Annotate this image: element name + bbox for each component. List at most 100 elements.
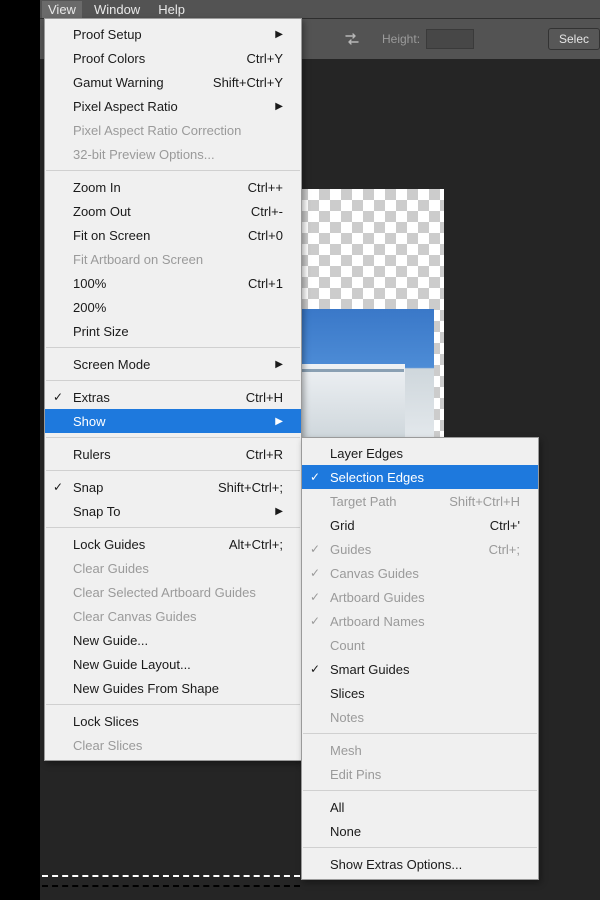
view-menu-item-clear-guides: Clear Guides <box>45 556 301 580</box>
menu-shortcut: Ctrl+1 <box>228 276 283 291</box>
menu-item-label: All <box>330 800 344 815</box>
show-menu-item-artboard-names: ✓Artboard Names <box>302 609 538 633</box>
menubar-view[interactable]: View <box>42 1 82 18</box>
show-menu-item-smart-guides[interactable]: ✓ Smart Guides <box>302 657 538 681</box>
view-menu-item-proof-setup[interactable]: Proof Setup ▶ <box>45 22 301 46</box>
view-menu-item-zoom-in[interactable]: Zoom InCtrl++ <box>45 175 301 199</box>
menu-item-label: Grid <box>330 518 355 533</box>
menu-shortcut: Ctrl+0 <box>228 228 283 243</box>
view-menu-item-show[interactable]: Show▶ <box>45 409 301 433</box>
view-menu-item-separator <box>46 704 300 705</box>
show-menu-item-artboard-guides: ✓Artboard Guides <box>302 585 538 609</box>
menu-item-label: Screen Mode <box>73 357 150 372</box>
show-menu-item-notes: Notes <box>302 705 538 729</box>
menubar: View Window Help <box>40 0 600 18</box>
checkmark-icon: ✓ <box>310 542 320 556</box>
view-menu-item-new-guides-from-shape[interactable]: New Guides From Shape <box>45 676 301 700</box>
show-menu-item-slices[interactable]: Slices <box>302 681 538 705</box>
menu-item-label: Lock Slices <box>73 714 139 729</box>
view-menu-item-pixel-aspect-ratio-correction: Pixel Aspect Ratio Correction <box>45 118 301 142</box>
view-menu-item-separator <box>46 437 300 438</box>
select-button[interactable]: Selec <box>548 28 600 50</box>
menu-shortcut: Shift+Ctrl+H <box>429 494 520 509</box>
menu-item-label: Guides <box>330 542 371 557</box>
menu-shortcut: Ctrl++ <box>228 180 283 195</box>
checkmark-icon: ✓ <box>310 590 320 604</box>
view-menu-item-100[interactable]: 100% Ctrl+1 <box>45 271 301 295</box>
submenu-arrow-icon: ▶ <box>255 359 283 370</box>
view-menu-item-new-guide-layout[interactable]: New Guide Layout... <box>45 652 301 676</box>
view-menu-item-fit-artboard-on-screen: Fit Artboard on Screen <box>45 247 301 271</box>
view-menu-item-screen-mode[interactable]: Screen Mode ▶ <box>45 352 301 376</box>
view-menu-item-fit-on-screen[interactable]: Fit on ScreenCtrl+0 <box>45 223 301 247</box>
show-menu-item-none[interactable]: None <box>302 819 538 843</box>
menu-shortcut: Alt+Ctrl+; <box>209 537 283 552</box>
show-menu-item-show-extras-options[interactable]: Show Extras Options... <box>302 852 538 876</box>
show-menu-item-all[interactable]: All <box>302 795 538 819</box>
menubar-window[interactable]: Window <box>94 2 140 17</box>
view-menu-item-separator <box>46 170 300 171</box>
menu-item-label: Zoom Out <box>73 204 131 219</box>
menu-item-label: Count <box>330 638 365 653</box>
view-menu-item-print-size[interactable]: Print Size <box>45 319 301 343</box>
height-input[interactable] <box>426 29 474 49</box>
show-menu-item-target-path: Target PathShift+Ctrl+H <box>302 489 538 513</box>
menu-item-label: New Guides From Shape <box>73 681 219 696</box>
view-menu-item-new-guide[interactable]: New Guide... <box>45 628 301 652</box>
show-menu-item-grid[interactable]: Grid Ctrl+' <box>302 513 538 537</box>
show-menu-item-selection-edges[interactable]: ✓Selection Edges <box>302 465 538 489</box>
app-root: View Window Help Height: Selec Proof Set… <box>0 0 600 900</box>
view-menu-item-proof-colors[interactable]: Proof ColorsCtrl+Y <box>45 46 301 70</box>
view-menu-item-snap[interactable]: ✓SnapShift+Ctrl+; <box>45 475 301 499</box>
view-menu-item-separator <box>46 470 300 471</box>
submenu-arrow-icon: ▶ <box>255 416 283 427</box>
menu-item-label: 100% <box>73 276 106 291</box>
view-menu-item-pixel-aspect-ratio[interactable]: Pixel Aspect Ratio▶ <box>45 94 301 118</box>
menu-item-label: Edit Pins <box>330 767 381 782</box>
view-menu-item-200[interactable]: 200% <box>45 295 301 319</box>
checkmark-icon: ✓ <box>310 566 320 580</box>
menu-item-label: Clear Slices <box>73 738 142 753</box>
show-menu-item-guides: ✓GuidesCtrl+; <box>302 537 538 561</box>
menu-item-label: Clear Canvas Guides <box>73 609 197 624</box>
view-menu-item-clear-selected-artboard-guides: Clear Selected Artboard Guides <box>45 580 301 604</box>
view-menu-item-zoom-out[interactable]: Zoom Out Ctrl+- <box>45 199 301 223</box>
checkmark-icon: ✓ <box>310 470 320 484</box>
submenu-arrow-icon: ▶ <box>255 29 283 40</box>
menu-shortcut: Ctrl+' <box>470 518 520 533</box>
menu-shortcut: Ctrl+- <box>231 204 283 219</box>
view-menu-item-rulers[interactable]: RulersCtrl+R <box>45 442 301 466</box>
checkmark-icon: ✓ <box>310 662 320 676</box>
view-menu-item-separator <box>46 347 300 348</box>
menu-item-label: Canvas Guides <box>330 566 419 581</box>
menu-item-label: Pixel Aspect Ratio <box>73 99 178 114</box>
menu-item-label: Print Size <box>73 324 129 339</box>
menu-item-label: Fit Artboard on Screen <box>73 252 203 267</box>
show-menu-item-edit-pins: Edit Pins <box>302 762 538 786</box>
menu-item-label: Clear Selected Artboard Guides <box>73 585 256 600</box>
menu-item-label: Smart Guides <box>330 662 409 677</box>
menu-item-label: Proof Setup <box>73 27 142 42</box>
checkmark-icon: ✓ <box>53 480 63 494</box>
show-menu-item-layer-edges[interactable]: Layer Edges <box>302 441 538 465</box>
menu-shortcut: Shift+Ctrl+Y <box>193 75 283 90</box>
menu-shortcut: Ctrl+R <box>226 447 283 462</box>
swap-dimensions-icon[interactable] <box>340 27 364 51</box>
menu-item-label: New Guide... <box>73 633 148 648</box>
menu-item-label: None <box>330 824 361 839</box>
view-menu-item-extras[interactable]: ✓ExtrasCtrl+H <box>45 385 301 409</box>
view-menu-item-lock-guides[interactable]: Lock GuidesAlt+Ctrl+; <box>45 532 301 556</box>
view-menu: Proof Setup▶Proof ColorsCtrl+YGamut Warn… <box>44 18 302 761</box>
view-menu-item-snap-to[interactable]: Snap To▶ <box>45 499 301 523</box>
menu-item-label: Pixel Aspect Ratio Correction <box>73 123 241 138</box>
view-menu-item-clear-canvas-guides: Clear Canvas Guides <box>45 604 301 628</box>
height-label: Height: <box>382 32 420 46</box>
menu-item-label: Gamut Warning <box>73 75 164 90</box>
view-menu-item-gamut-warning[interactable]: Gamut Warning Shift+Ctrl+Y <box>45 70 301 94</box>
view-menu-item-lock-slices[interactable]: Lock Slices <box>45 709 301 733</box>
view-menu-item-clear-slices: Clear Slices <box>45 733 301 757</box>
menu-item-label: Extras <box>73 390 110 405</box>
menu-shortcut: Shift+Ctrl+; <box>198 480 283 495</box>
menubar-help[interactable]: Help <box>158 2 185 17</box>
menu-shortcut: Ctrl+Y <box>227 51 283 66</box>
